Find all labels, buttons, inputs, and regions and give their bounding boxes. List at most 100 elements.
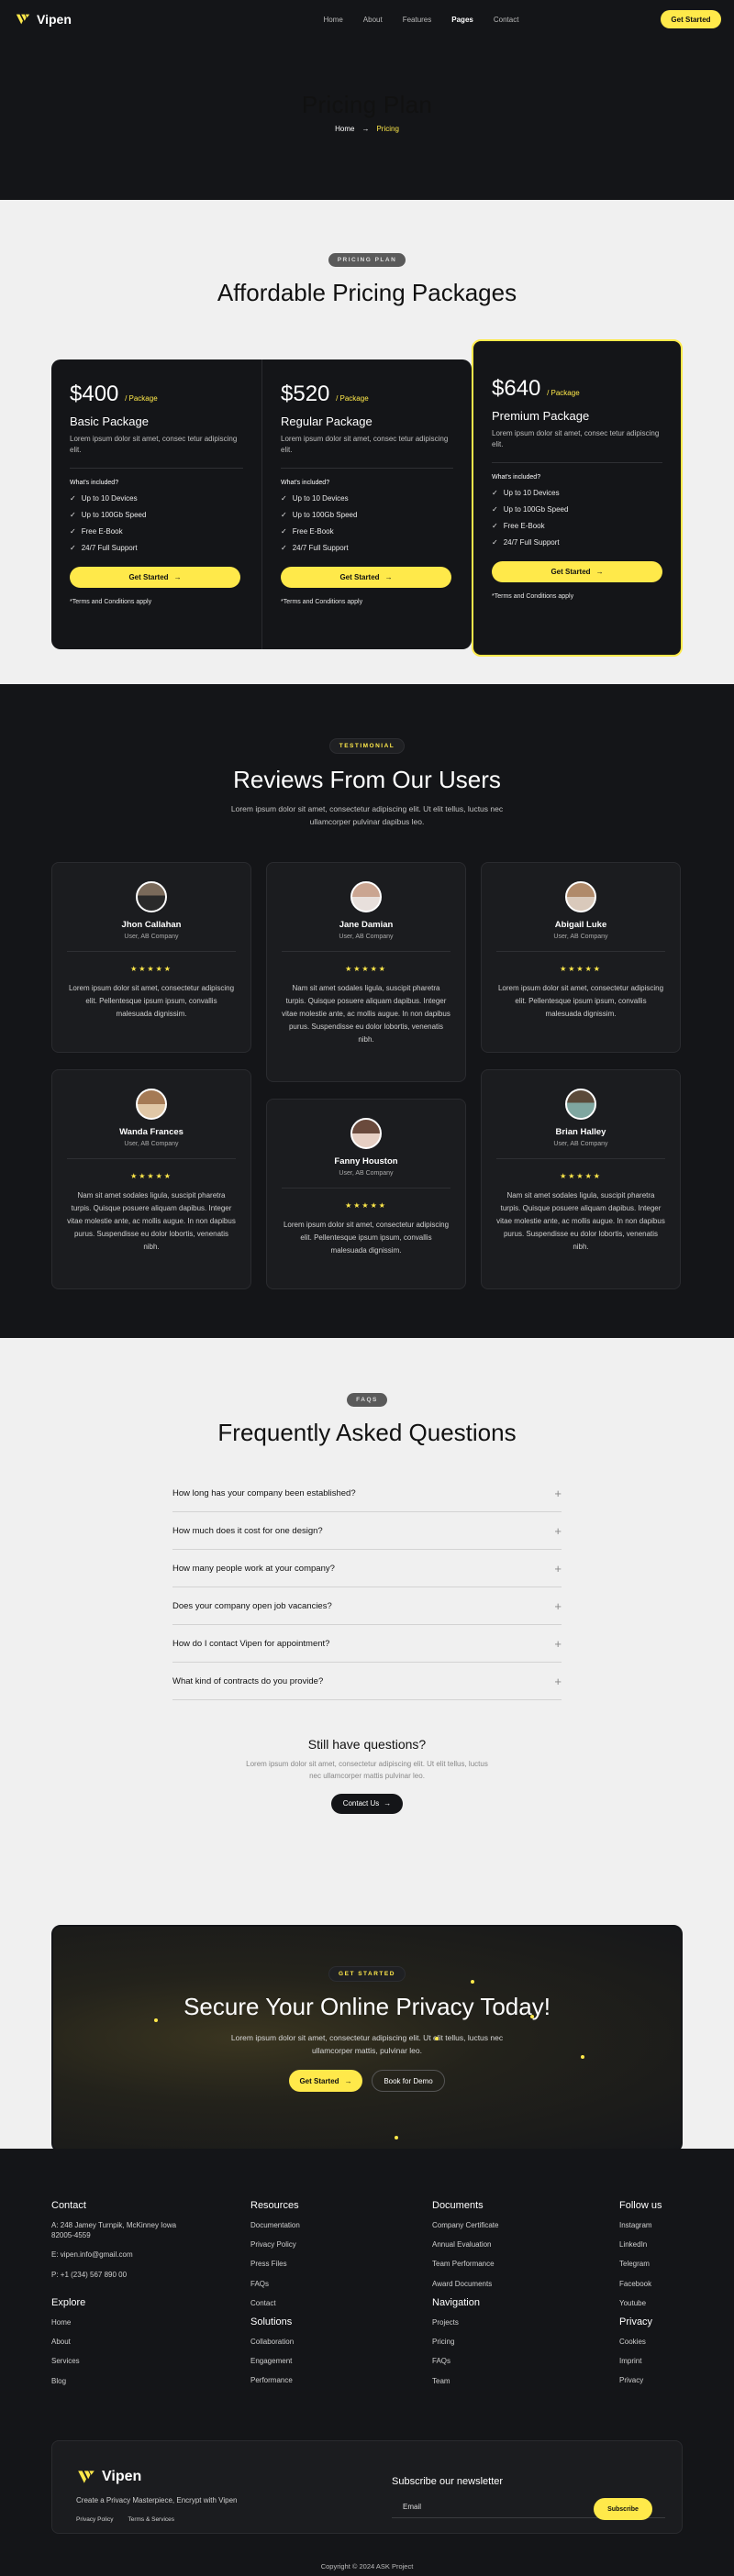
faq-section: FAQS Frequently Asked Questions How long… bbox=[0, 1338, 734, 2152]
review-text: Lorem ipsum dolor sit amet, consectetur … bbox=[68, 984, 235, 1018]
footer-link[interactable]: Press Files bbox=[250, 2259, 300, 2269]
faq-item[interactable]: How long has your company been establish… bbox=[172, 1475, 562, 1512]
footer-link[interactable]: Documentation bbox=[250, 2220, 300, 2230]
check-icon: ✓ bbox=[281, 543, 287, 552]
plan-included-label: What's included? bbox=[492, 473, 541, 481]
footer-heading: Contact bbox=[51, 2200, 86, 2211]
plan-price: $520 / Package bbox=[281, 381, 453, 407]
faq-item[interactable]: How much does it cost for one design? + bbox=[172, 1512, 562, 1550]
plan-feature-text: 24/7 Full Support bbox=[292, 543, 349, 552]
reviews-subtitle: Lorem ipsum dolor sit amet, consectetur … bbox=[230, 804, 504, 826]
footer-link[interactable]: Privacy Policy bbox=[250, 2239, 300, 2250]
footer-link-facebook[interactable]: Facebook bbox=[619, 2279, 662, 2289]
contact-us-button[interactable]: Contact Us → bbox=[331, 1793, 403, 1814]
footer-phone[interactable]: P: +1 (234) 567 890 00 bbox=[51, 2270, 180, 2280]
faq-item[interactable]: What kind of contracts do you provide? + bbox=[172, 1663, 562, 1700]
nav-link-features[interactable]: Features bbox=[403, 16, 432, 24]
footer-link[interactable]: FAQs bbox=[250, 2279, 300, 2289]
footer-link-telegram[interactable]: Telegram bbox=[619, 2259, 662, 2269]
footer-link[interactable]: Services bbox=[51, 2356, 85, 2366]
nav-link-home[interactable]: Home bbox=[323, 16, 342, 24]
cta-get-started-button[interactable]: Get Started → bbox=[289, 2070, 362, 2093]
reviewer-role: User, AB Company bbox=[282, 1170, 450, 1188]
footer-link[interactable]: Engagement bbox=[250, 2356, 294, 2366]
plan-get-started-button[interactable]: Get Started → bbox=[492, 560, 662, 582]
plan-price-value: $520 bbox=[281, 381, 330, 406]
plan-get-started-button[interactable]: Get Started → bbox=[70, 566, 240, 588]
footer-link[interactable]: Team bbox=[432, 2376, 480, 2386]
nav-get-started-button[interactable]: Get Started bbox=[660, 10, 721, 28]
review-text: Lorem ipsum dolor sit amet, consectetur … bbox=[283, 1221, 450, 1255]
plan-feature-text: Free E-Book bbox=[81, 526, 123, 536]
faq-list: How long has your company been establish… bbox=[172, 1475, 562, 1700]
footer-link[interactable]: Team Performance bbox=[432, 2259, 498, 2269]
footer-link[interactable]: Award Documents bbox=[432, 2279, 498, 2289]
footer-link[interactable]: Pricing bbox=[432, 2337, 480, 2347]
nav-link-contact[interactable]: Contact bbox=[494, 16, 519, 24]
faq-item[interactable]: How do I contact Vipen for appointment? + bbox=[172, 1625, 562, 1663]
plan-price-value: $400 bbox=[70, 381, 119, 406]
rating-stars-icon: ★★★★★ bbox=[560, 965, 602, 973]
footer-link[interactable]: Home bbox=[51, 2317, 85, 2327]
terms-link[interactable]: Terms & Services bbox=[128, 2516, 174, 2523]
faq-question: How do I contact Vipen for appointment? bbox=[172, 1638, 330, 1649]
brand-logo[interactable]: Vipen bbox=[15, 11, 72, 28]
nav-link-about[interactable]: About bbox=[363, 16, 383, 24]
footer-link-linkedin[interactable]: LinkedIn bbox=[619, 2239, 662, 2250]
nav-link-pages[interactable]: Pages bbox=[451, 16, 473, 24]
avatar bbox=[565, 1089, 596, 1120]
plan-terms: *Terms and Conditions apply bbox=[281, 598, 363, 605]
check-icon: ✓ bbox=[281, 493, 287, 503]
footer-link-youtube[interactable]: Youtube bbox=[619, 2298, 662, 2308]
footer-link[interactable]: Blog bbox=[51, 2376, 85, 2386]
footer-link[interactable]: Projects bbox=[432, 2317, 480, 2327]
page-title: Pricing Plan bbox=[301, 91, 433, 118]
footer-contact: Contact A: 248 Jamey Turnpik, McKinney I… bbox=[51, 2200, 180, 2289]
footer-link[interactable]: FAQs bbox=[432, 2356, 480, 2366]
plan-features: ✓ Up to 10 Devices ✓ Up to 100Gb Speed ✓ Fr… bbox=[281, 494, 453, 552]
footer-link[interactable]: Collaboration bbox=[250, 2337, 294, 2347]
footer-heading: Solutions bbox=[250, 2316, 293, 2327]
plus-icon: + bbox=[554, 1674, 562, 1688]
plan-description: Lorem ipsum dolor sit amet, consec tetur… bbox=[492, 428, 662, 463]
plan-feature-text: Free E-Book bbox=[503, 521, 545, 530]
pricing-section: PRICING PLAN Affordable Pricing Packages… bbox=[0, 200, 734, 684]
faq-item[interactable]: Does your company open job vacancies? + bbox=[172, 1587, 562, 1625]
arrow-right-icon: → bbox=[384, 572, 393, 581]
footer-link[interactable]: Annual Evaluation bbox=[432, 2239, 498, 2250]
plus-icon: + bbox=[554, 1486, 562, 1500]
footer-link[interactable]: Imprint bbox=[619, 2356, 652, 2366]
privacy-policy-link[interactable]: Privacy Policy bbox=[76, 2516, 113, 2523]
footer-link[interactable]: About bbox=[51, 2337, 85, 2347]
review-text: Nam sit amet sodales ligula, suscipit ph… bbox=[67, 1191, 236, 1251]
plan-feature-text: Up to 100Gb Speed bbox=[81, 510, 147, 519]
avatar bbox=[350, 881, 382, 912]
footer-link[interactable]: Privacy bbox=[619, 2375, 652, 2385]
breadcrumb-arrow-icon: → bbox=[361, 125, 370, 133]
button-label: Get Started bbox=[299, 2076, 339, 2085]
faq-item[interactable]: How many people work at your company? + bbox=[172, 1550, 562, 1587]
subscribe-button[interactable]: Subscribe bbox=[594, 2498, 652, 2520]
reviewer-role: User, AB Company bbox=[496, 934, 665, 952]
book-demo-button[interactable]: Book for Demo bbox=[372, 2070, 445, 2093]
plan-feature-text: Up to 10 Devices bbox=[292, 493, 349, 503]
footer-link-instagram[interactable]: Instagram bbox=[619, 2220, 662, 2230]
arrow-right-icon: → bbox=[595, 567, 604, 576]
plan-price-unit: / Package bbox=[336, 394, 369, 403]
footer-link[interactable]: Contact bbox=[250, 2298, 300, 2308]
footer-link[interactable]: Performance bbox=[250, 2375, 294, 2385]
faq-question: What kind of contracts do you provide? bbox=[172, 1675, 324, 1686]
plan-get-started-button[interactable]: Get Started → bbox=[281, 566, 451, 588]
footer-tagline: Create a Privacy Masterpiece, Encrypt wi… bbox=[76, 2496, 238, 2504]
plan-feature-text: Up to 100Gb Speed bbox=[503, 504, 569, 514]
review-card: Brian Halley User, AB Company ★★★★★ Nam … bbox=[481, 1069, 681, 1289]
plan-name: Premium Package bbox=[492, 409, 590, 423]
faq-question: How many people work at your company? bbox=[172, 1563, 335, 1574]
footer-link[interactable]: Cookies bbox=[619, 2337, 652, 2347]
footer-email[interactable]: E: vipen.info@gmail.com bbox=[51, 2250, 180, 2260]
footer-newsletter-box: Vipen Create a Privacy Masterpiece, Encr… bbox=[51, 2440, 683, 2534]
footer-brand-logo[interactable]: Vipen bbox=[76, 2467, 141, 2487]
footer-link[interactable]: Company Certificate bbox=[432, 2220, 498, 2230]
decor-dot bbox=[581, 2055, 584, 2059]
breadcrumb-home[interactable]: Home bbox=[335, 125, 354, 133]
